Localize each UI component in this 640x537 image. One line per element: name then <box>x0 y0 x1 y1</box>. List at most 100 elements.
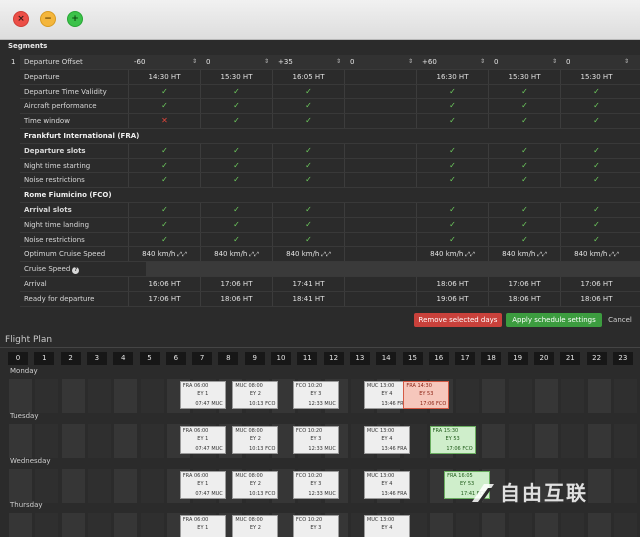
close-window-icon[interactable]: × <box>13 11 29 27</box>
expand-icon[interactable]: ⤢⤢ <box>535 251 547 258</box>
cancel-button[interactable]: Cancel <box>605 313 635 327</box>
hour-slot[interactable] <box>87 379 111 413</box>
offset-stepper[interactable]: 0 ⇕ <box>562 57 632 68</box>
stepper-arrows-icon[interactable]: ⇕ <box>480 58 485 65</box>
flight-block[interactable]: FRA 06:00 EY 1 07:47 MUC <box>179 471 226 499</box>
flight-block[interactable]: FRA 15:30 EY 53 17:06 FCO <box>429 426 476 454</box>
offset-value: 0 <box>494 58 499 66</box>
hour-slot[interactable] <box>114 469 138 503</box>
hour-slot[interactable] <box>114 379 138 413</box>
offset-stepper[interactable]: -60 ⇕ <box>130 57 200 68</box>
flight-block[interactable]: MUC 08:00 EY 2 <box>232 515 279 537</box>
flight-block[interactable]: MUC 08:00 EY 2 10:13 FCO <box>232 471 279 499</box>
hour-slot[interactable] <box>482 379 506 413</box>
hour-slot[interactable] <box>587 513 611 537</box>
flight-block[interactable]: MUC 13:00 EY 4 <box>363 515 410 537</box>
hour-slot[interactable] <box>587 379 611 413</box>
hour-slot[interactable] <box>587 469 611 503</box>
flight-block[interactable]: FCO 10:20 EY 3 12:33 MUC <box>292 426 339 454</box>
check-icon: ✓ <box>449 116 456 126</box>
hour-slot[interactable] <box>535 424 558 458</box>
hour-slot[interactable] <box>61 424 85 458</box>
check-icon: ✓ <box>521 175 528 185</box>
hour-slot[interactable] <box>140 469 164 503</box>
hour-slot[interactable] <box>508 424 532 458</box>
hour-slot[interactable] <box>140 513 164 537</box>
stepper-arrows-icon[interactable]: ⇕ <box>624 58 629 65</box>
hour-slot[interactable] <box>61 513 85 537</box>
hour-slot[interactable] <box>9 513 32 537</box>
hour-slot[interactable] <box>482 513 506 537</box>
hour-slot[interactable] <box>561 424 585 458</box>
expand-icon[interactable]: ⤢⤢ <box>607 251 619 258</box>
flight-block[interactable]: MUC 13:00 EY 4 13:46 FRA <box>363 471 410 499</box>
hour-slot[interactable] <box>456 379 480 413</box>
hour-slot[interactable] <box>508 379 532 413</box>
expand-icon[interactable]: ⤢⤢ <box>247 251 259 258</box>
hour-slot[interactable] <box>9 424 32 458</box>
hour-slot[interactable] <box>35 513 59 537</box>
info-icon[interactable]: ? <box>72 267 80 275</box>
stepper-arrows-icon[interactable]: ⇕ <box>192 58 197 65</box>
offset-stepper[interactable]: +35 ⇕ <box>274 57 344 68</box>
stepper-arrows-icon[interactable]: ⇕ <box>264 58 269 65</box>
segment-cell: 17:06 HT <box>488 277 560 291</box>
hour-slot[interactable] <box>508 513 532 537</box>
hour-slot[interactable] <box>114 513 138 537</box>
hour-slot[interactable] <box>140 424 164 458</box>
offset-stepper[interactable]: 0 ⇕ <box>202 57 272 68</box>
maximize-window-icon[interactable]: + <box>67 11 83 27</box>
hour-slot[interactable] <box>561 379 585 413</box>
check-icon: ✓ <box>161 175 168 185</box>
hour-slot[interactable] <box>613 424 637 458</box>
remove-selected-days-button[interactable]: Remove selected days <box>414 313 502 327</box>
hour-slot[interactable] <box>35 469 59 503</box>
hour-slot[interactable] <box>140 379 164 413</box>
hour-slot[interactable] <box>456 513 480 537</box>
hour-slot[interactable] <box>535 513 558 537</box>
flight-block[interactable]: FRA 14:30 EY 53 17:06 FCO <box>403 381 450 409</box>
segment-cell: ✓ <box>128 143 200 158</box>
flight-block[interactable]: FCO 10:20 EY 3 12:33 MUC <box>292 381 339 409</box>
hour-slot[interactable] <box>9 379 32 413</box>
flight-block[interactable]: FCO 10:20 EY 3 <box>292 515 339 537</box>
stepper-arrows-icon[interactable]: ⇕ <box>336 58 341 65</box>
hour-slot[interactable] <box>114 424 138 458</box>
hour-slot[interactable] <box>35 424 59 458</box>
cruise-speed-field[interactable] <box>146 262 640 277</box>
offset-stepper[interactable]: 0 ⇕ <box>346 57 416 68</box>
flight-block[interactable]: FRA 06:00 EY 1 07:47 MUC <box>179 426 226 454</box>
hour-slot[interactable] <box>535 379 558 413</box>
expand-icon[interactable]: ⤢⤢ <box>319 251 331 258</box>
expand-icon[interactable]: ⤢⤢ <box>175 251 187 258</box>
hour-label: 20 <box>534 352 554 365</box>
hour-slot[interactable] <box>87 513 111 537</box>
expand-icon[interactable]: ⤢⤢ <box>463 251 475 258</box>
offset-stepper[interactable]: +60 ⇕ <box>418 57 488 68</box>
hour-slot[interactable] <box>87 424 111 458</box>
hour-slot[interactable] <box>35 379 59 413</box>
hour-slot[interactable] <box>429 513 453 537</box>
hour-slot[interactable] <box>87 469 111 503</box>
offset-stepper[interactable]: 0 ⇕ <box>490 57 560 68</box>
hour-slot[interactable] <box>61 469 85 503</box>
hour-slot[interactable] <box>613 469 637 503</box>
flight-block[interactable]: FRA 06:00 EY 1 07:47 MUC <box>179 381 226 409</box>
flight-block[interactable]: MUC 08:00 EY 2 10:13 FCO <box>232 426 279 454</box>
hour-slot[interactable] <box>482 424 506 458</box>
hour-slot[interactable] <box>561 513 585 537</box>
flight-block[interactable]: FRA 06:00 EY 1 <box>179 515 226 537</box>
hour-slot[interactable] <box>613 379 637 413</box>
stepper-arrows-icon[interactable]: ⇕ <box>552 58 557 65</box>
hour-slot[interactable] <box>61 379 85 413</box>
flight-block[interactable]: MUC 08:00 EY 2 10:13 FCO <box>232 381 279 409</box>
hour-slot[interactable] <box>587 424 611 458</box>
stepper-arrows-icon[interactable]: ⇕ <box>408 58 413 65</box>
minimize-window-icon[interactable]: − <box>40 11 56 27</box>
apply-schedule-settings-button[interactable]: Apply schedule settings <box>506 313 602 327</box>
cruise-speed-value: 840 km/h <box>214 250 248 259</box>
hour-slot[interactable] <box>613 513 637 537</box>
flight-block[interactable]: MUC 13:00 EY 4 13:46 FRA <box>363 426 410 454</box>
flight-block[interactable]: FCO 10:20 EY 3 12:33 MUC <box>292 471 339 499</box>
hour-slot[interactable] <box>9 469 32 503</box>
